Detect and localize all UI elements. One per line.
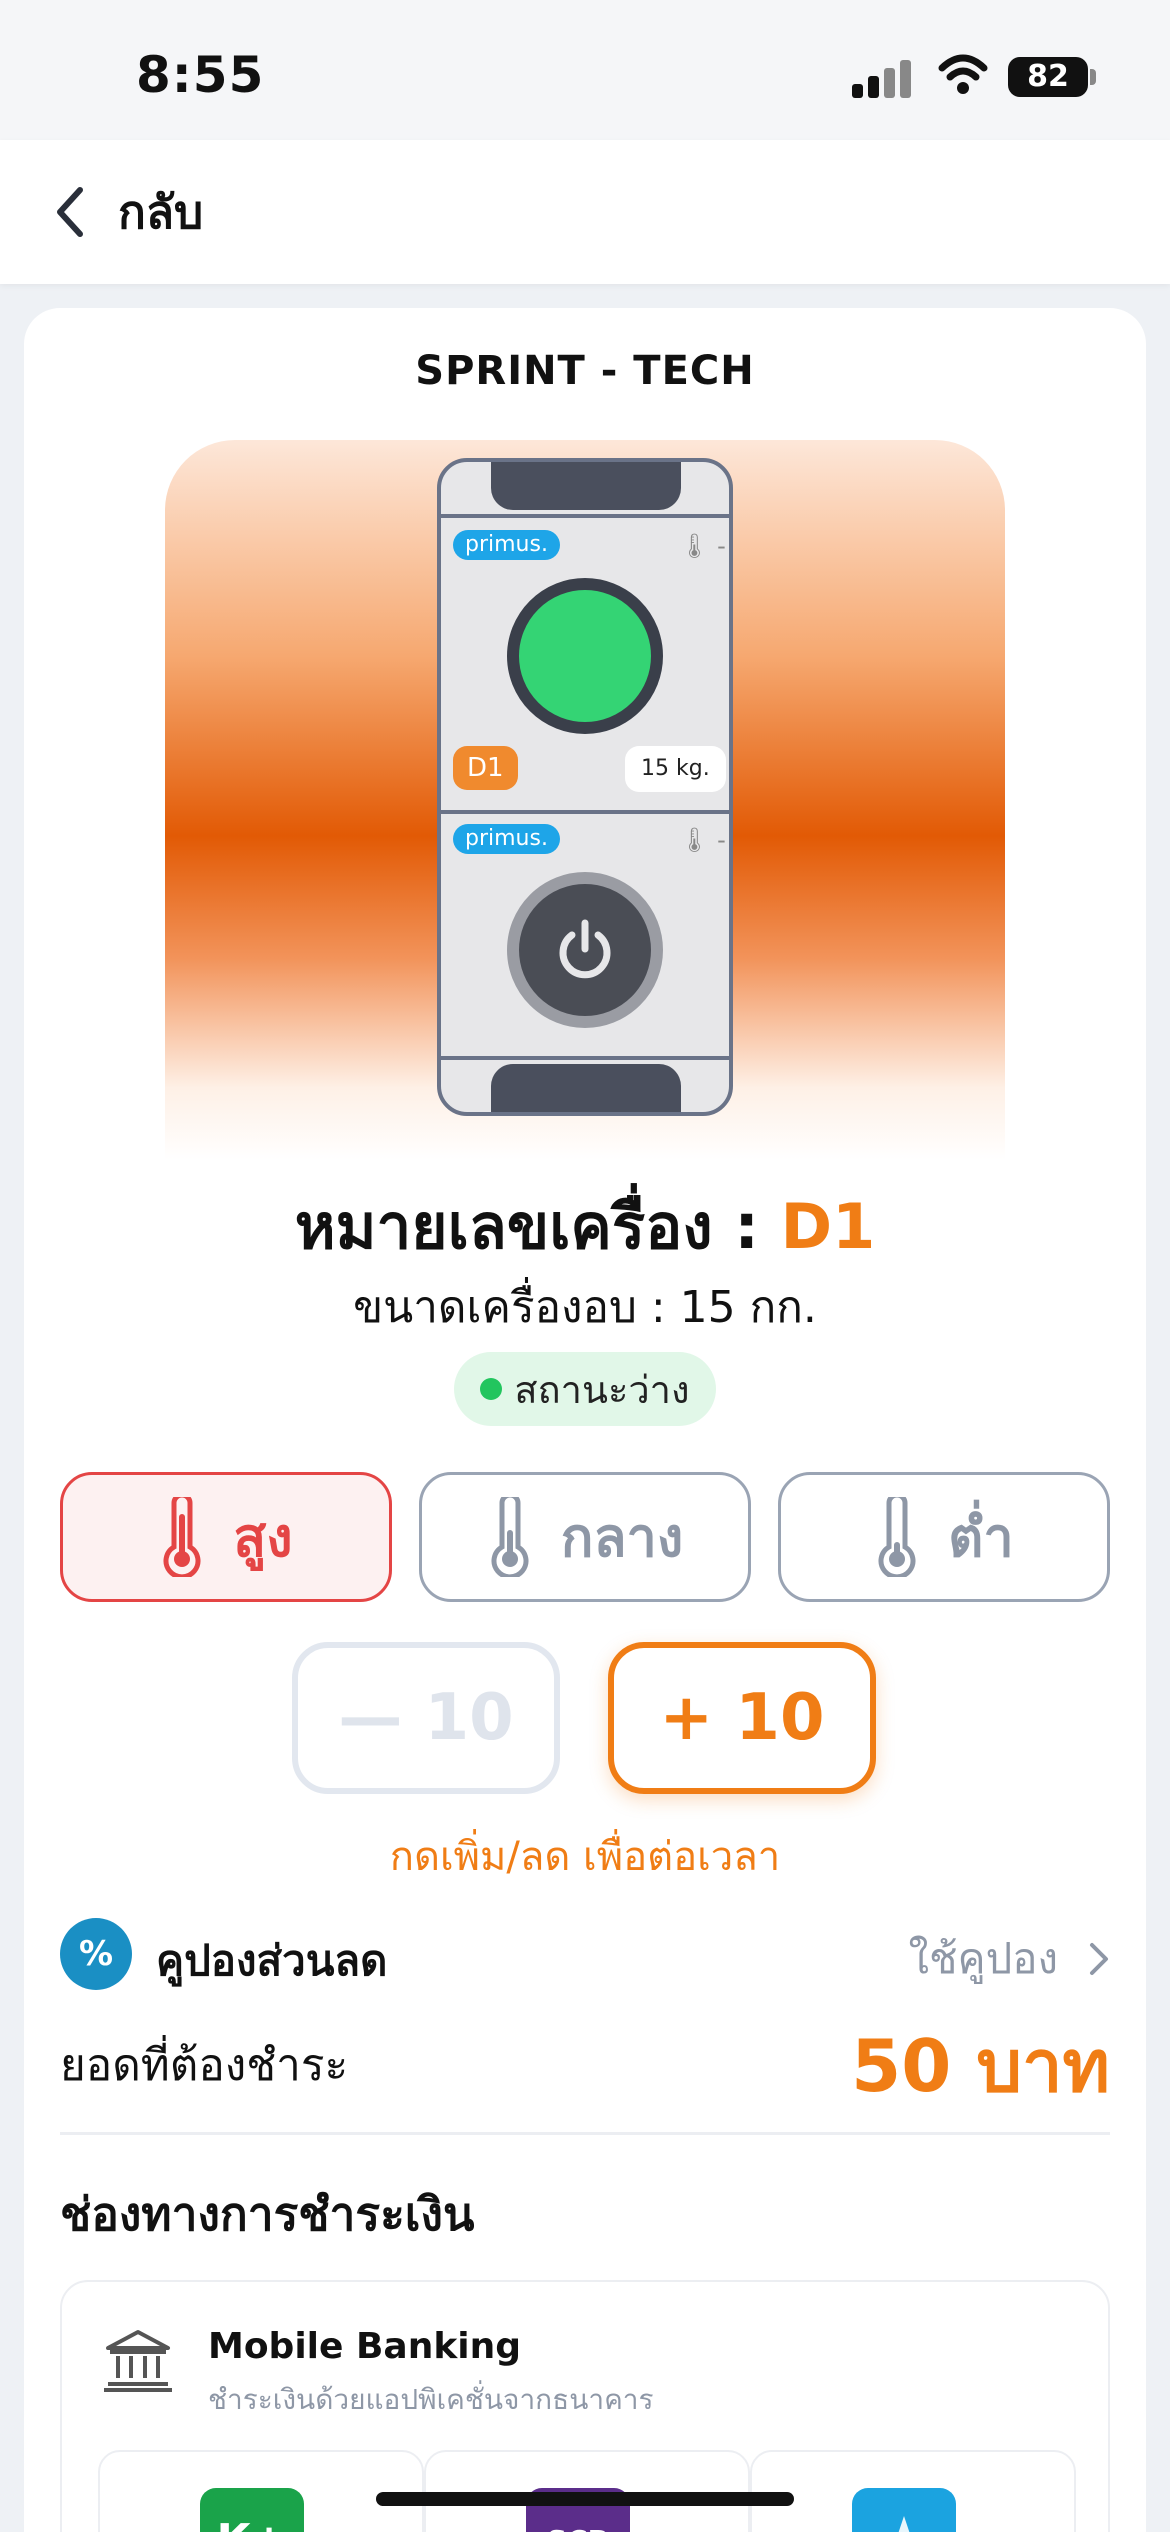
total-label: ยอดที่ต้องชำระ	[60, 2040, 349, 2091]
temp-low-button[interactable]: ต่ำ	[778, 1472, 1110, 1602]
payment-section-title: ช่องทางการชำระเงิน	[60, 2187, 475, 2241]
coupon-icon: %	[60, 1918, 132, 1990]
chevron-right-icon	[1090, 1943, 1108, 1975]
coupon-label: คูปองส่วนลด	[156, 1936, 388, 1985]
power-icon	[507, 872, 663, 1028]
bank-scb-button[interactable]: SCB	[424, 2450, 750, 2532]
temp-high-button[interactable]: สูง	[60, 1472, 392, 1602]
back-label: กลับ	[118, 184, 204, 239]
decrease-time-button[interactable]: — 10	[292, 1642, 560, 1794]
temp-low-label: ต่ำ	[948, 1506, 1014, 1569]
dryer-machine-illustration: primus. 🌡 - D1 15 kg. primus. 🌡 -	[437, 458, 733, 1116]
thermometer-icon: 🌡 -	[679, 532, 726, 560]
machine-divider	[441, 514, 729, 518]
back-button[interactable]: กลับ	[50, 180, 203, 244]
use-coupon-label: ใช้คูปอง	[908, 1934, 1058, 1983]
total-row: ยอดที่ต้องชำระ 50 บาท	[60, 2008, 1110, 2108]
status-dot	[480, 1378, 503, 1400]
machine-divider	[441, 810, 729, 814]
bank-icon	[104, 2330, 172, 2392]
nav-bar: กลับ	[0, 140, 1170, 284]
machine-number-label: หมายเลขเครื่อง :	[294, 1190, 781, 1263]
primus-badge: primus.	[453, 530, 560, 560]
bank-krungthai-button[interactable]	[750, 2450, 1076, 2532]
temp-medium-button[interactable]: กลาง	[419, 1472, 751, 1602]
machine-size: ขนาดเครื่องอบ : 15 กก.	[353, 1282, 817, 1333]
home-indicator	[376, 2492, 794, 2506]
wifi-icon	[938, 54, 988, 94]
divider	[60, 2132, 1110, 2135]
temp-high-label: สูง	[233, 1506, 293, 1569]
coupon-row[interactable]: % คูปองส่วนลด ใช้คูปอง	[60, 1914, 1110, 1990]
machine-bottom-cap	[491, 1064, 681, 1112]
brand-title: SPRINT - TECH	[415, 348, 755, 394]
status-time: 8:55	[136, 46, 265, 104]
mobile-banking-title: Mobile Banking	[208, 2326, 521, 2367]
total-amount: 50 บาท	[851, 2024, 1110, 2108]
battery-tip	[1090, 69, 1096, 85]
increase-time-button[interactable]: + 10	[608, 1642, 876, 1794]
status-label: สถานะว่าง	[514, 1367, 690, 1412]
mobile-banking-subtitle: ชำระเงินด้วยแอปพิเคชั่นจากธนาคาร	[208, 2383, 654, 2416]
machine-code-tag: D1	[453, 746, 518, 790]
machine-number-code: D1	[780, 1190, 876, 1263]
status-badge: สถานะว่าง	[454, 1352, 716, 1426]
battery-indicator: 82	[1008, 57, 1088, 97]
krungthai-logo	[852, 2488, 956, 2532]
temp-medium-label: กลาง	[560, 1506, 684, 1569]
machine-number: หมายเลขเครื่อง : D1	[24, 1178, 1146, 1276]
status-bar: 8:55 82	[0, 0, 1170, 140]
use-coupon-link[interactable]: ใช้คูปอง	[908, 1926, 1110, 1992]
thermometer-icon	[163, 1497, 201, 1577]
machine-weight-tag: 15 kg.	[625, 746, 726, 792]
time-adjust-hint: กดเพิ่ม/ลด เพื่อต่อเวลา	[389, 1834, 781, 1880]
machine-card: SPRINT - TECH primus. 🌡 - D1 15 kg. prim…	[24, 308, 1146, 2532]
thermometer-icon: 🌡 -	[679, 826, 726, 854]
thermometer-icon	[878, 1497, 916, 1577]
primus-badge: primus.	[453, 824, 560, 854]
bank-kplus-button[interactable]: K+	[98, 2450, 424, 2532]
signal-icon	[852, 58, 914, 98]
machine-top-cap	[491, 462, 681, 510]
machine-divider	[441, 1056, 729, 1060]
kplus-logo: K+	[200, 2488, 304, 2532]
chevron-left-icon	[57, 187, 83, 237]
status-light	[507, 578, 663, 734]
thermometer-icon	[491, 1497, 529, 1577]
